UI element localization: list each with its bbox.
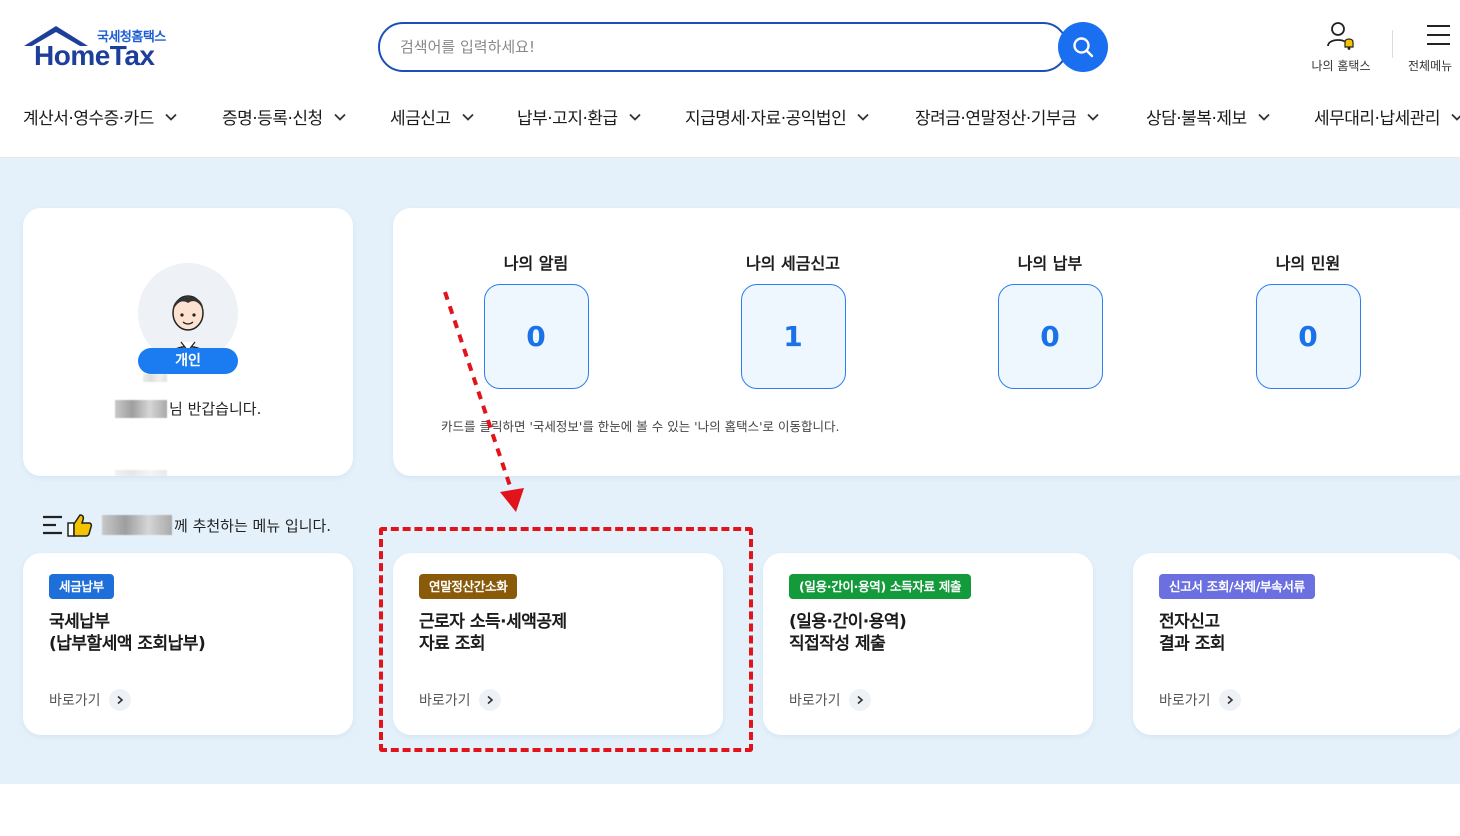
greeting: 님 반갑습니다.: [115, 398, 261, 419]
go-link[interactable]: 바로가기: [789, 689, 871, 711]
recommend-text: 께 추천하는 메뉴 입니다.: [174, 516, 332, 535]
chevron-down-icon: [1258, 113, 1270, 121]
go-link[interactable]: 바로가기: [419, 689, 501, 711]
masked-text: [143, 374, 167, 382]
hometax-logo[interactable]: 국세청홈택스 HomeTax: [22, 24, 182, 76]
nav-certificate-registration[interactable]: 증명·등록·신청: [222, 104, 347, 129]
stat-my-alerts[interactable]: 나의 알림 0: [456, 250, 616, 389]
go-link[interactable]: 바로가기: [1159, 689, 1241, 711]
nav-label: 상담·불복·제보: [1146, 109, 1247, 129]
card-tag: 세금납부: [49, 574, 114, 599]
header: 국세청홈택스 HomeTax 나의 홈택스 전체메뉴 계산서·영수증·카드: [0, 0, 1460, 158]
card-tag: (일용·간이·용역) 소득자료 제출: [789, 574, 972, 599]
chevron-down-icon: [165, 113, 177, 121]
nav-label: 세무대리·납세관리: [1314, 109, 1441, 129]
chevron-right-icon: [848, 689, 871, 711]
my-hometax-label: 나의 홈택스: [1311, 59, 1371, 73]
search-icon: [1073, 37, 1094, 58]
recommend-thumbs-up-icon: [43, 514, 93, 537]
menu-card-tax-payment[interactable]: 세금납부 국세납부 (납부할세액 조회납부) 바로가기: [23, 553, 353, 735]
go-label: 바로가기: [1159, 693, 1211, 709]
stat-my-tax-report[interactable]: 나의 세금신고 1: [713, 250, 873, 389]
user-bell-icon: [1327, 22, 1354, 50]
card-title: 국세납부 (납부할세액 조회납부): [49, 612, 206, 654]
menu-card-e-filing-result[interactable]: 신고서 조회/삭제/부속서류 전자신고 결과 조회 바로가기: [1133, 553, 1460, 735]
menu-card-income-deduction[interactable]: 연말정산간소화 근로자 소득·세액공제 자료 조회 바로가기: [393, 553, 723, 735]
main-content: 개인 님 반갑습니다. 나의 알림 0 나의 세금신고 1 나의 납부 0 나의…: [0, 158, 1460, 784]
chevron-down-icon: [461, 113, 474, 121]
go-link[interactable]: 바로가기: [49, 689, 131, 711]
nav-tax-agent[interactable]: 세무대리·납세관리: [1314, 104, 1460, 129]
stat-label: 나의 민원: [1275, 254, 1341, 273]
user-type-badge: 개인: [138, 348, 238, 374]
nav-tax-report[interactable]: 세금신고: [390, 104, 475, 129]
card-title: (일용·간이·용역) 직접작성 제출: [789, 612, 907, 654]
all-menu-button[interactable]: 전체메뉴: [1408, 20, 1460, 74]
hamburger-icon: [1427, 25, 1450, 45]
search-button[interactable]: [1058, 22, 1108, 72]
stat-value[interactable]: 1: [740, 284, 846, 389]
greeting-text: 님 반갑습니다.: [169, 400, 262, 418]
nav-invoice-receipt-card[interactable]: 계산서·영수증·카드: [23, 104, 178, 129]
search-input[interactable]: [400, 36, 1020, 58]
my-status-card: 나의 알림 0 나의 세금신고 1 나의 납부 0 나의 민원 0 카드를 클릭…: [393, 208, 1460, 476]
go-label: 바로가기: [789, 693, 841, 709]
chevron-down-icon: [629, 113, 641, 121]
nav-label: 납부·고지·환급: [517, 109, 618, 129]
search-bar: [378, 22, 1068, 72]
profile-card: 개인 님 반갑습니다.: [23, 208, 353, 476]
chevron-down-icon: [857, 113, 869, 121]
stat-label: 나의 납부: [1017, 254, 1083, 273]
chevron-right-icon: [478, 689, 501, 711]
go-label: 바로가기: [49, 693, 101, 709]
logo-title: HomeTax: [34, 40, 155, 71]
stat-my-payment[interactable]: 나의 납부 0: [970, 250, 1130, 389]
nav-label: 증명·등록·신청: [222, 109, 323, 129]
nav-label: 장려금·연말정산·기부금: [915, 109, 1077, 129]
nav-year-end-settlement[interactable]: 장려금·연말정산·기부금: [915, 104, 1100, 129]
stat-value[interactable]: 0: [483, 284, 589, 389]
masked-text: [115, 470, 167, 476]
chevron-right-icon: [1218, 689, 1241, 711]
stat-label: 나의 알림: [503, 254, 569, 273]
chevron-down-icon: [1087, 113, 1099, 121]
menu-card-income-submission[interactable]: (일용·간이·용역) 소득자료 제출 (일용·간이·용역) 직접작성 제출 바로…: [763, 553, 1093, 735]
masked-user-name: [115, 399, 167, 418]
card-tag: 연말정산간소화: [419, 574, 518, 599]
go-label: 바로가기: [419, 693, 471, 709]
card-title: 전자신고 결과 조회: [1159, 612, 1225, 654]
chevron-down-icon: [1451, 113, 1460, 121]
stat-value[interactable]: 0: [1255, 284, 1361, 389]
nav-label: 계산서·영수증·카드: [23, 109, 154, 129]
nav-label: 세금신고: [390, 109, 451, 129]
stat-label: 나의 세금신고: [746, 254, 840, 273]
stats-note: 카드를 클릭하면 '국세정보'를 한눈에 볼 수 있는 '나의 홈택스'로 이동…: [441, 419, 840, 434]
nav-payment-refund[interactable]: 납부·고지·환급: [517, 104, 642, 129]
chevron-right-icon: [108, 689, 131, 711]
recommend-heading: 께 추천하는 메뉴 입니다.: [42, 511, 331, 539]
stat-my-civil-petition[interactable]: 나의 민원 0: [1228, 250, 1388, 389]
nav-payment-statement[interactable]: 지급명세·자료·공익법인: [685, 104, 870, 129]
nav-consultation[interactable]: 상담·불복·제보: [1146, 104, 1271, 129]
all-menu-label: 전체메뉴: [1408, 59, 1453, 73]
stat-value[interactable]: 0: [997, 284, 1103, 389]
chevron-down-icon: [334, 113, 346, 121]
nav-label: 지급명세·자료·공익법인: [685, 109, 847, 129]
my-hometax-button[interactable]: 나의 홈택스: [1302, 20, 1380, 74]
masked-user-name: [102, 515, 172, 535]
card-tag: 신고서 조회/삭제/부속서류: [1159, 574, 1315, 599]
card-title: 근로자 소득·세액공제 자료 조회: [419, 612, 567, 654]
util-divider: [1392, 30, 1393, 58]
global-nav: 계산서·영수증·카드 증명·등록·신청 세금신고 납부·고지·환급 지급명세·자…: [0, 104, 1460, 130]
